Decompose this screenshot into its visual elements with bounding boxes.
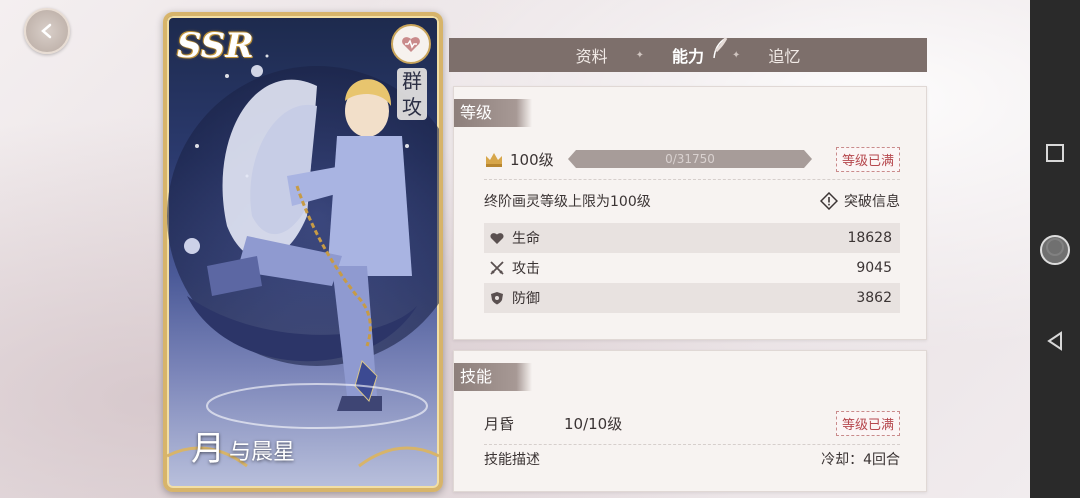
level-limit-row: 终阶画灵等级上限为100级 突破信息 <box>484 191 900 211</box>
stat-row-attack: 攻击 9045 <box>484 253 900 283</box>
skill-name: 月昏 <box>484 415 515 433</box>
level-row: 100级 0/31750 等级已满 <box>484 146 900 180</box>
heart-icon <box>490 233 504 244</box>
skill-desc-label[interactable]: 技能描述 <box>484 449 540 469</box>
stat-value: 3862 <box>856 290 892 306</box>
character-card: SSR 群攻 月 与晨星 <box>163 12 443 492</box>
level-section-title: 等级 <box>454 99 532 127</box>
stat-value: 18628 <box>847 230 892 246</box>
tab-bar: 资料 ✦ 能力 ✦ 追忆 <box>449 37 927 72</box>
skill-max-badge[interactable]: 等级已满 <box>835 411 900 436</box>
tab-ability-label: 能力 <box>671 47 704 66</box>
skill-section-title: 技能 <box>454 363 532 391</box>
back-button[interactable] <box>24 8 70 54</box>
square-icon <box>1046 144 1064 162</box>
skill-desc-row: 技能描述 冷却：4回合 <box>484 449 900 469</box>
feather-icon <box>713 37 728 59</box>
tab-separator: ✦ <box>635 49 644 61</box>
level-value: 100级 <box>510 150 554 169</box>
floating-assist-button[interactable] <box>1040 235 1070 265</box>
stat-label: 生命 <box>512 231 540 247</box>
shield-icon <box>491 292 503 305</box>
back-nav-button[interactable] <box>1045 331 1065 355</box>
xp-text: 0/31750 <box>665 152 715 166</box>
favorite-badge[interactable] <box>391 24 431 64</box>
skill-cooldown: 冷却：4回合 <box>821 452 900 468</box>
skill-row: 月昏 10/10级 等级已满 <box>484 411 900 445</box>
tab-separator: ✦ <box>732 49 741 61</box>
level-max-badge[interactable]: 等级已满 <box>835 146 900 172</box>
level-limit-text: 终阶画灵等级上限为100级 <box>484 194 651 210</box>
role-tag: 群攻 <box>397 68 427 120</box>
stat-label: 防御 <box>512 291 540 307</box>
xp-progress-bar: 0/31750 <box>568 150 812 168</box>
tab-profile[interactable]: 资料 <box>548 43 636 67</box>
stat-row-defense: 防御 3862 <box>484 283 900 313</box>
level-section: 等级 100级 0/31750 等级已满 终阶画灵等级上限为100级 突破信息 … <box>453 86 927 340</box>
rarity-badge: SSR <box>177 26 254 66</box>
triangle-back-icon <box>1047 331 1062 351</box>
info-diamond-icon <box>820 192 838 210</box>
tab-ability[interactable]: 能力 <box>644 37 732 67</box>
card-name-first: 月 <box>191 429 225 469</box>
back-arrow-icon <box>41 23 52 39</box>
breakthrough-label: 突破信息 <box>844 194 900 210</box>
skill-level: 10/10级 <box>564 415 623 433</box>
tab-memories[interactable]: 追忆 <box>740 43 828 67</box>
stat-row-hp: 生命 18628 <box>484 223 900 253</box>
crossed-swords-icon <box>490 261 504 275</box>
card-name-rest: 与晨星 <box>229 440 296 465</box>
breakthrough-info-button[interactable]: 突破信息 <box>820 191 900 211</box>
recents-button[interactable] <box>1045 143 1065 167</box>
heart-icon <box>402 37 420 52</box>
card-name: 月 与晨星 <box>191 432 295 466</box>
stat-label: 攻击 <box>512 261 540 277</box>
stat-value: 9045 <box>856 260 892 276</box>
crown-icon <box>486 153 502 167</box>
skill-section: 技能 月昏 10/10级 等级已满 技能描述 冷却：4回合 <box>453 350 927 492</box>
